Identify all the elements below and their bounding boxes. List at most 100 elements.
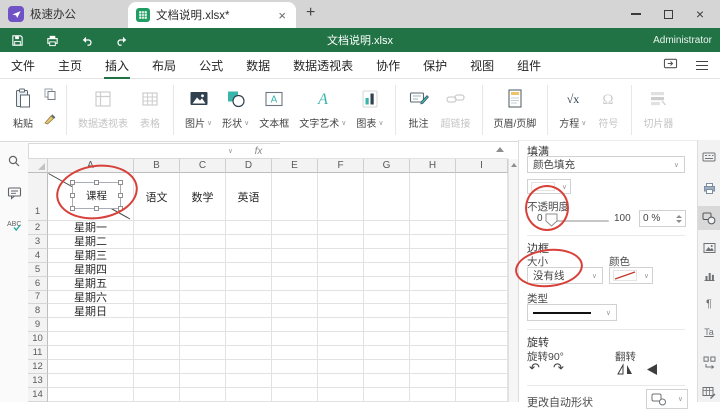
formula-input[interactable] xyxy=(280,143,508,159)
cell-I6[interactable] xyxy=(456,276,508,291)
document-tab[interactable]: 文档说明.xlsx* × xyxy=(128,2,296,28)
row-header-3[interactable]: 3 xyxy=(28,234,48,249)
cell-G14[interactable] xyxy=(364,387,410,402)
cell-D10[interactable] xyxy=(226,332,272,347)
tab-close-icon[interactable]: × xyxy=(276,8,288,23)
text-settings-panel-icon[interactable]: Ta xyxy=(698,320,720,344)
cell-H10[interactable] xyxy=(410,332,456,347)
cell-H5[interactable] xyxy=(410,262,456,277)
cell-C5[interactable] xyxy=(180,262,226,277)
cell-E1[interactable] xyxy=(272,173,318,221)
cell-H11[interactable] xyxy=(410,346,456,361)
row-header-8[interactable]: 8 xyxy=(28,304,48,319)
row-header-12[interactable]: 12 xyxy=(28,360,48,374)
cell-I2[interactable] xyxy=(456,221,508,235)
selection-handle[interactable] xyxy=(94,206,99,211)
cell-F7[interactable] xyxy=(318,290,364,305)
cell-A14[interactable] xyxy=(48,387,134,402)
column-header-F[interactable]: F xyxy=(318,159,364,173)
selection-handle[interactable] xyxy=(70,193,75,198)
print-preview-panel-icon[interactable] xyxy=(698,176,720,200)
cell-C3[interactable] xyxy=(180,234,226,249)
paste-button[interactable]: 粘贴 xyxy=(6,83,40,132)
scroll-up-icon[interactable] xyxy=(511,163,517,167)
cell-G8[interactable] xyxy=(364,304,410,319)
cell-B10[interactable] xyxy=(134,332,180,347)
cell-A7[interactable]: 星期六 xyxy=(48,290,134,305)
cell-C13[interactable] xyxy=(180,373,226,388)
cell-B3[interactable] xyxy=(134,234,180,249)
cell-C9[interactable] xyxy=(180,318,226,333)
row-header-1[interactable]: 1 xyxy=(28,173,48,221)
selection-handle[interactable] xyxy=(118,180,123,185)
flip-horizontal-icon[interactable] xyxy=(617,363,633,376)
cell-E5[interactable] xyxy=(272,262,318,277)
cell-H7[interactable] xyxy=(410,290,456,305)
cell-B4[interactable] xyxy=(134,248,180,263)
cell-F3[interactable] xyxy=(318,234,364,249)
cell-D2[interactable] xyxy=(226,221,272,235)
cell-B1[interactable]: 语文 xyxy=(134,173,180,221)
cell-H9[interactable] xyxy=(410,318,456,333)
cell-F13[interactable] xyxy=(318,373,364,388)
rotate-right-icon[interactable]: ↷ xyxy=(553,360,564,376)
menu-pivot-table[interactable]: 数据透视表 xyxy=(292,52,354,79)
menu-components[interactable]: 组件 xyxy=(516,52,542,79)
cell-E12[interactable] xyxy=(272,360,318,374)
cell-C2[interactable] xyxy=(180,221,226,235)
cell-H12[interactable] xyxy=(410,360,456,374)
cell-C4[interactable] xyxy=(180,248,226,263)
format-painter-icon[interactable] xyxy=(43,112,57,131)
text-box-button[interactable]: A 文本框 xyxy=(254,83,294,132)
maximize-button[interactable] xyxy=(652,0,684,28)
cell-E10[interactable] xyxy=(272,332,318,347)
cell-G3[interactable] xyxy=(364,234,410,249)
menu-file[interactable]: 文件 xyxy=(10,52,36,79)
select-all-corner[interactable] xyxy=(28,159,48,173)
cell-E11[interactable] xyxy=(272,346,318,361)
cell-D11[interactable] xyxy=(226,346,272,361)
border-color-swatch[interactable]: ∨ xyxy=(609,267,653,284)
cell-I1[interactable] xyxy=(456,173,508,221)
cell-A3[interactable]: 星期二 xyxy=(48,234,134,249)
cell-B5[interactable] xyxy=(134,262,180,277)
cell-A2[interactable]: 星期一 xyxy=(48,221,134,235)
comment-button[interactable]: 批注 xyxy=(402,83,436,132)
cell-D8[interactable] xyxy=(226,304,272,319)
cell-C6[interactable] xyxy=(180,276,226,291)
opacity-value-input[interactable]: 0 % xyxy=(639,210,686,227)
cell-D14[interactable] xyxy=(226,387,272,402)
cell-B6[interactable] xyxy=(134,276,180,291)
cell-F8[interactable] xyxy=(318,304,364,319)
cell-A13[interactable] xyxy=(48,373,134,388)
vertical-scrollbar[interactable] xyxy=(508,159,518,402)
chart-button[interactable]: 图表 ∨ xyxy=(351,83,388,132)
row-header-9[interactable]: 9 xyxy=(28,318,48,333)
cell-A4[interactable]: 星期三 xyxy=(48,248,134,263)
layout-options-panel-icon[interactable] xyxy=(698,350,720,374)
minimize-button[interactable] xyxy=(620,0,652,28)
spinner-icons[interactable] xyxy=(676,214,682,223)
column-header-E[interactable]: E xyxy=(272,159,318,173)
fill-type-dropdown[interactable]: 颜色填充 ∨ xyxy=(527,156,685,173)
cell-I14[interactable] xyxy=(456,387,508,402)
cell-B11[interactable] xyxy=(134,346,180,361)
name-box[interactable]: ∨ xyxy=(28,143,238,159)
cell-G13[interactable] xyxy=(364,373,410,388)
menu-home[interactable]: 主页 xyxy=(57,52,83,79)
cell-G7[interactable] xyxy=(364,290,410,305)
shape-settings-panel-icon[interactable] xyxy=(698,206,720,230)
comments-panel-button[interactable] xyxy=(0,180,28,206)
cell-G12[interactable] xyxy=(364,360,410,374)
cell-B9[interactable] xyxy=(134,318,180,333)
new-tab-button[interactable]: + xyxy=(306,4,315,22)
cell-G4[interactable] xyxy=(364,248,410,263)
cell-D13[interactable] xyxy=(226,373,272,388)
opacity-slider-thumb[interactable] xyxy=(545,213,558,227)
cell-B14[interactable] xyxy=(134,387,180,402)
cell-A5[interactable]: 星期四 xyxy=(48,262,134,277)
cell-I8[interactable] xyxy=(456,304,508,319)
user-account[interactable]: Administrator xyxy=(653,28,712,52)
menu-data[interactable]: 数据 xyxy=(245,52,271,79)
cell-F6[interactable] xyxy=(318,276,364,291)
